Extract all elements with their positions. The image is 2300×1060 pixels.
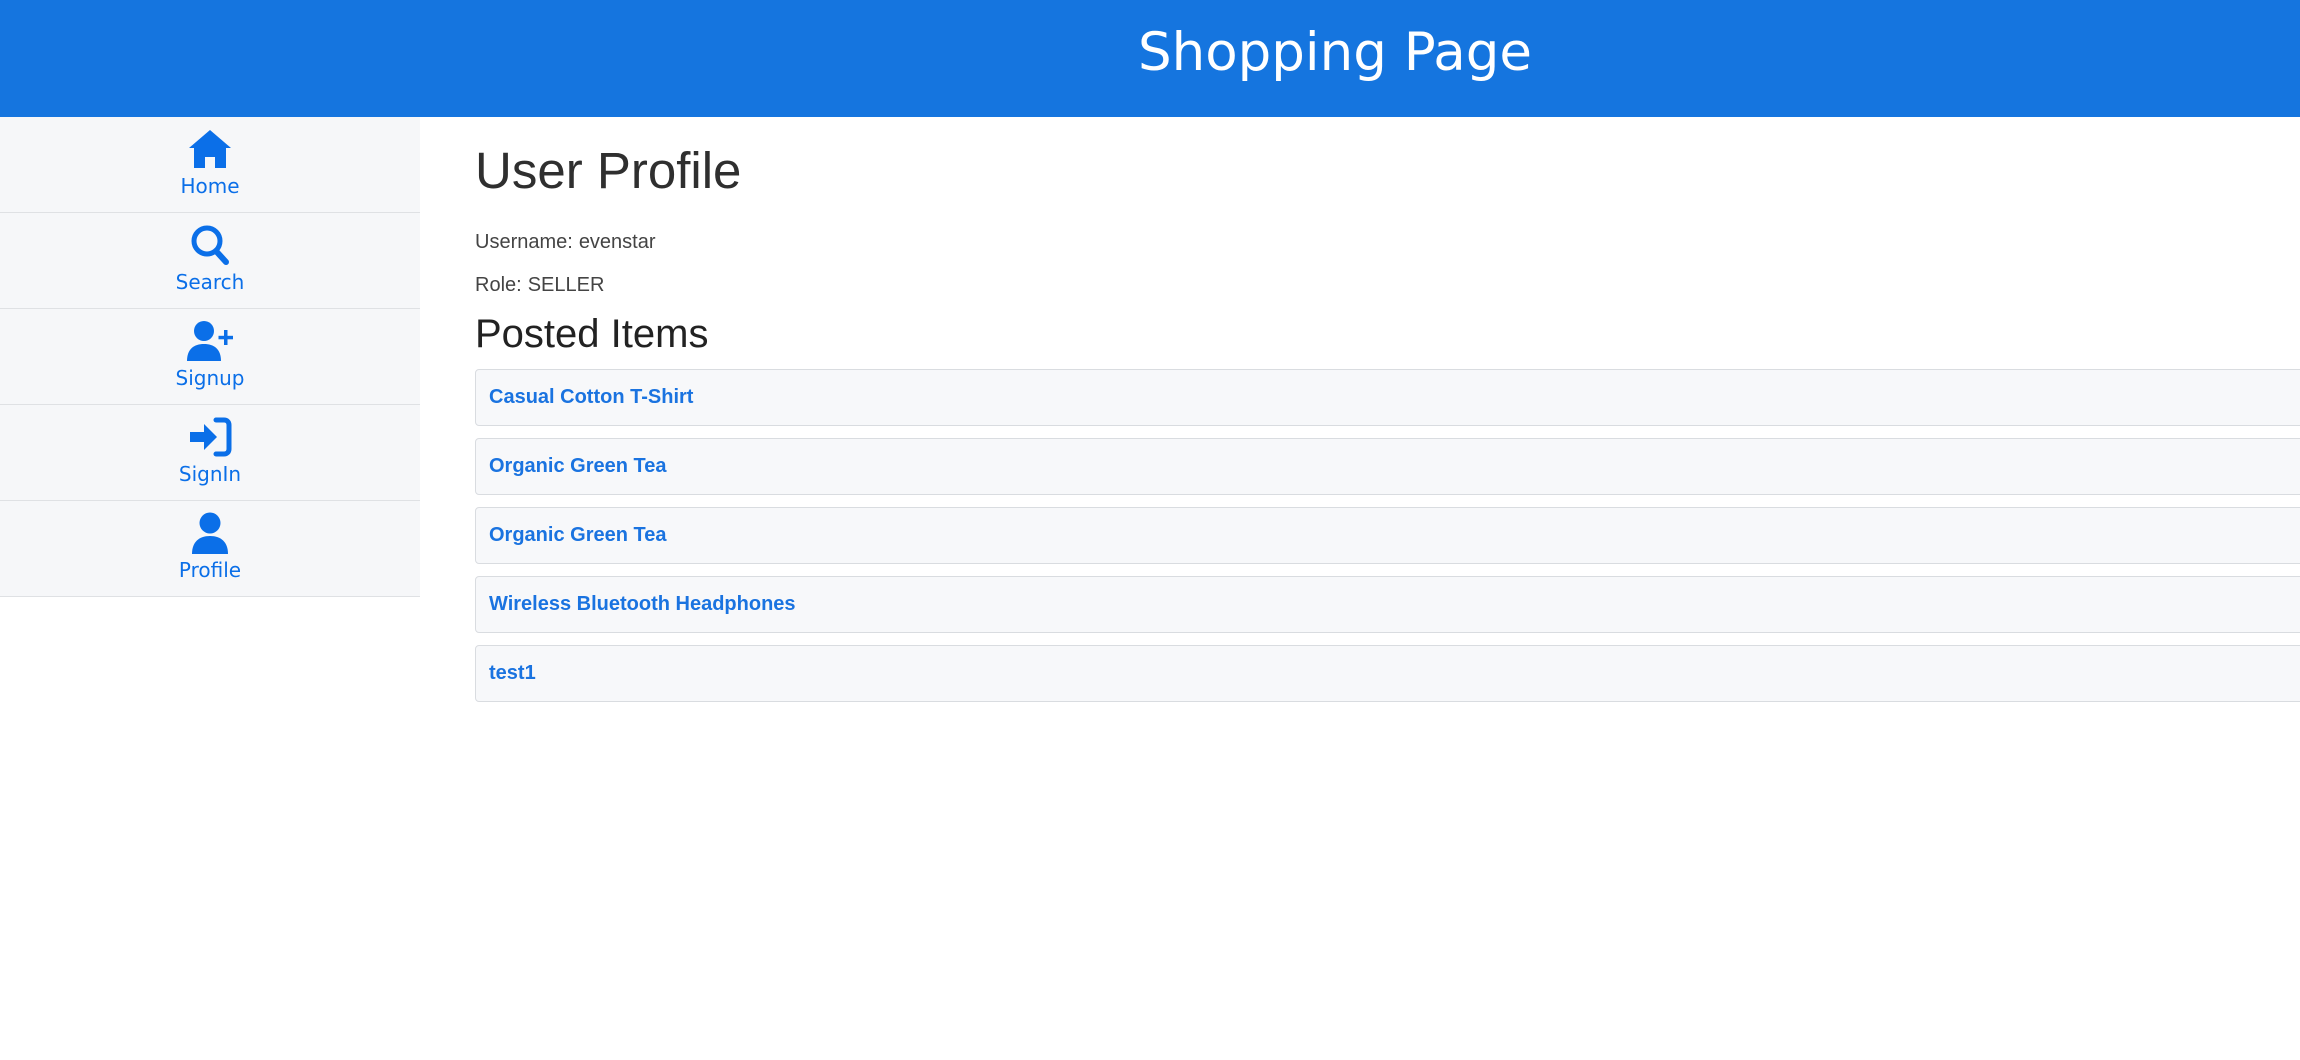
sign-in-icon: [186, 415, 234, 459]
list-item: Wireless Bluetooth Headphones: [475, 576, 2300, 633]
sidebar-item-profile[interactable]: Profile: [0, 501, 420, 597]
sidebar-nav: Home Search Signup SignIn Profile: [0, 117, 420, 597]
list-item: test1: [475, 645, 2300, 702]
username-line: Username: evenstar: [475, 230, 656, 254]
list-item: Organic Green Tea: [475, 438, 2300, 495]
sidebar-item-label: Search: [175, 270, 245, 294]
list-item: Casual Cotton T-Shirt: [475, 369, 2300, 426]
list-item: Organic Green Tea: [475, 507, 2300, 564]
home-icon: [186, 127, 234, 171]
top-header-bar: Shopping Page: [0, 0, 2300, 117]
search-icon: [186, 223, 234, 267]
user-icon: [186, 511, 234, 555]
sidebar-item-label: Signup: [175, 366, 245, 390]
item-link[interactable]: test1: [489, 662, 536, 685]
username-value: evenstar: [578, 231, 656, 253]
item-link[interactable]: Organic Green Tea: [489, 524, 666, 547]
sidebar-item-label: Profile: [178, 558, 242, 582]
sidebar-item-signin[interactable]: SignIn: [0, 405, 420, 501]
item-link[interactable]: Wireless Bluetooth Headphones: [489, 593, 796, 616]
sidebar-item-search[interactable]: Search: [0, 213, 420, 309]
site-title: Shopping Page: [1137, 22, 1533, 83]
sidebar-item-home[interactable]: Home: [0, 117, 420, 213]
item-link[interactable]: Organic Green Tea: [489, 455, 666, 478]
page-title: User Profile: [475, 142, 742, 199]
username-label: Username:: [475, 231, 573, 253]
user-plus-icon: [186, 319, 234, 363]
item-link[interactable]: Casual Cotton T-Shirt: [489, 386, 693, 409]
posted-items-heading: Posted Items: [475, 312, 709, 356]
sidebar-item-signup[interactable]: Signup: [0, 309, 420, 405]
role-value: SELLER: [527, 274, 605, 296]
sidebar-item-label: SignIn: [178, 462, 242, 486]
role-line: Role: SELLER: [475, 273, 604, 297]
sidebar-item-label: Home: [180, 174, 240, 198]
role-label: Role:: [475, 274, 522, 296]
posted-items-list: Casual Cotton T-Shirt Organic Green Tea …: [475, 369, 2300, 714]
